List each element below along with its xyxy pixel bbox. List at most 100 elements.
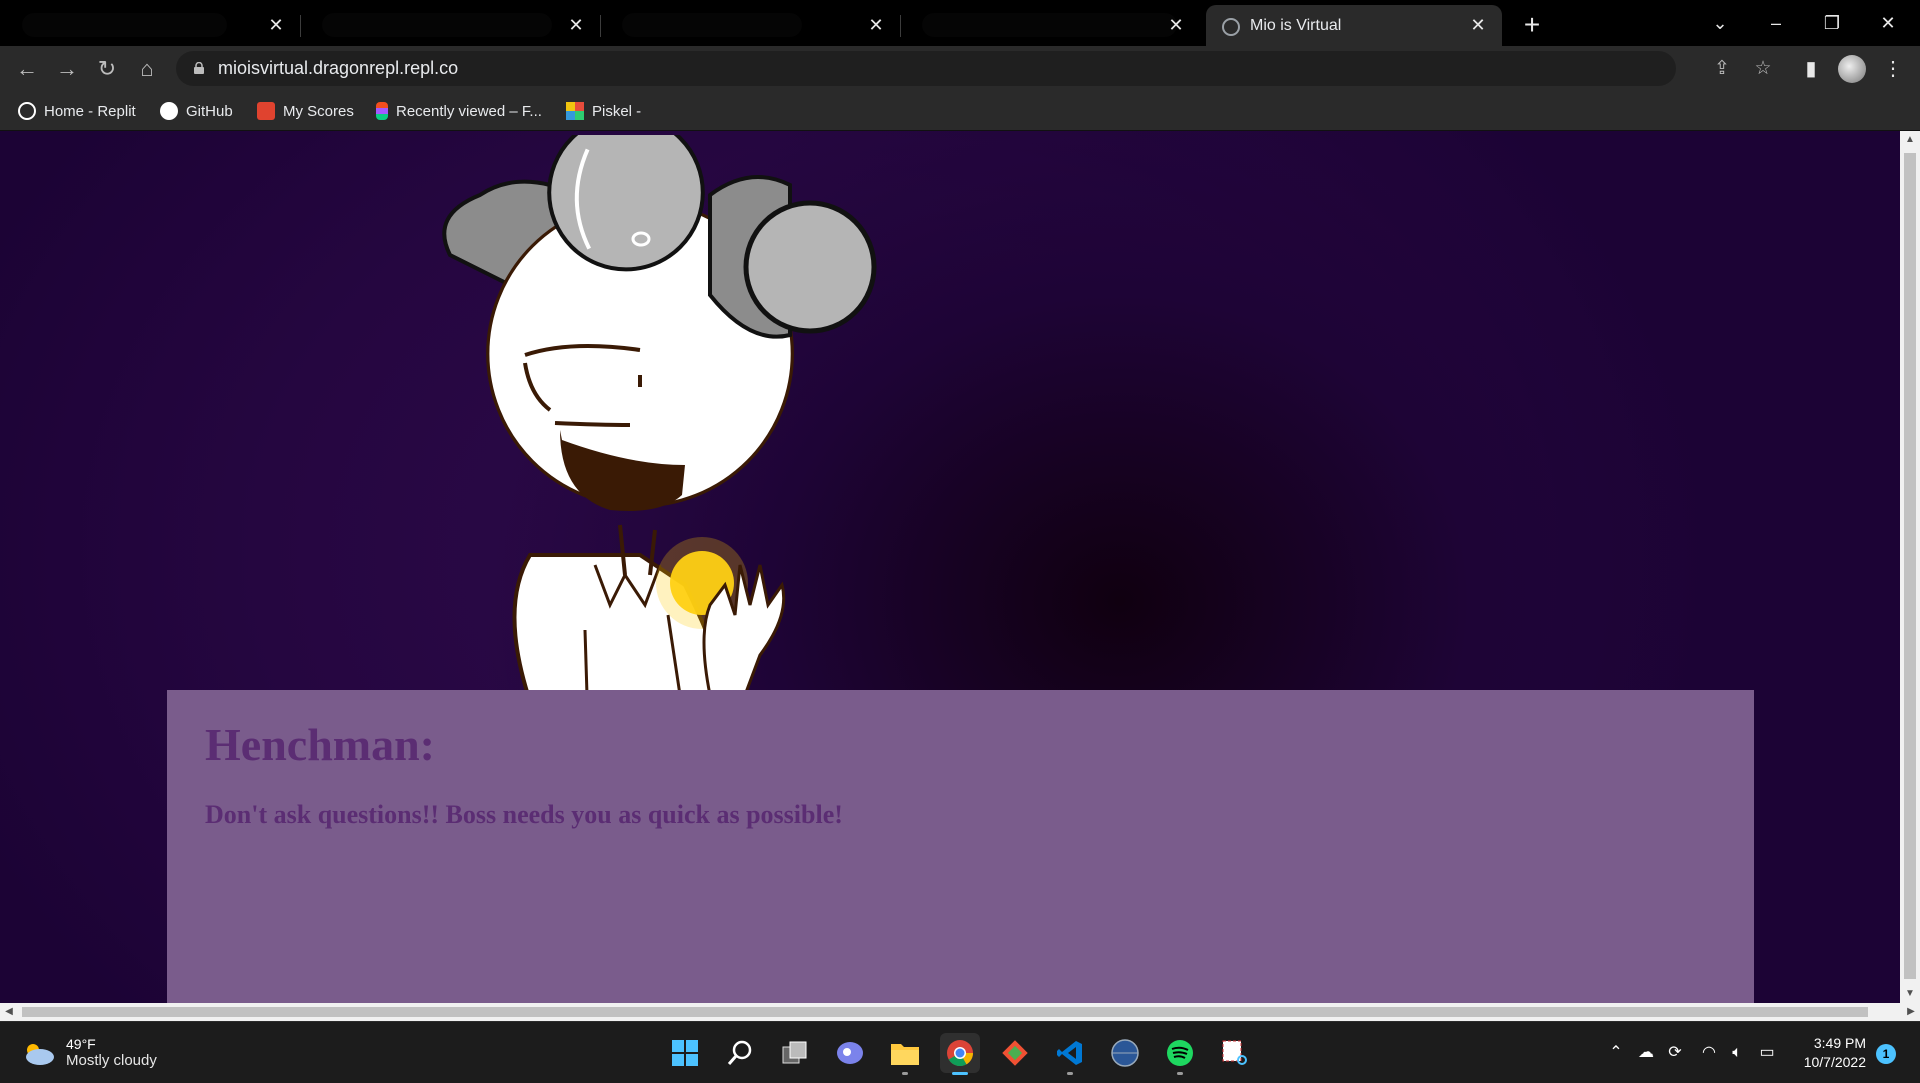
bookmark-home-replit[interactable]: Home - Replit xyxy=(18,99,136,123)
weather-description: Mostly cloudy xyxy=(66,1052,157,1069)
chat-button[interactable] xyxy=(830,1033,870,1073)
home-icon[interactable]: ⌂ xyxy=(132,54,162,84)
close-tab-icon[interactable]: ✕ xyxy=(1468,15,1488,35)
dialog-text: Don't ask questions!! Boss needs you as … xyxy=(205,800,843,829)
bookmark-figma[interactable]: Recently viewed – F... xyxy=(376,99,542,123)
scroll-up-arrow-icon[interactable]: ▲ xyxy=(1900,131,1920,149)
running-indicator xyxy=(1067,1072,1073,1075)
bookmark-star-icon[interactable]: ☆ xyxy=(1751,57,1775,81)
scroll-left-arrow-icon[interactable]: ◀ xyxy=(0,1003,18,1021)
file-explorer-button[interactable] xyxy=(885,1033,925,1075)
spotify-icon xyxy=(1167,1040,1193,1066)
weather-temperature: 49°F xyxy=(66,1036,96,1052)
back-icon[interactable]: ← xyxy=(12,54,42,84)
replit-icon xyxy=(18,102,36,120)
show-hidden-icons-chevron-icon[interactable]: ⌃ xyxy=(1605,1042,1627,1064)
running-indicator xyxy=(1177,1072,1183,1075)
url-text: mioisvirtual.dragonrepl.repl.co xyxy=(218,58,459,78)
tab-redacted-3[interactable]: ✕ xyxy=(604,5,901,46)
weather-widget[interactable]: 49°F Mostly cloudy xyxy=(22,1036,157,1069)
bookmark-github[interactable]: GitHub xyxy=(160,99,233,123)
piskel-icon xyxy=(566,102,584,120)
close-tab-icon[interactable]: ✕ xyxy=(866,15,886,35)
scroll-right-arrow-icon[interactable]: ▶ xyxy=(1902,1003,1920,1021)
sync-icon[interactable]: ⟳ xyxy=(1664,1042,1686,1064)
vertical-scrollbar[interactable]: ▲ ▼ xyxy=(1900,131,1920,1003)
wifi-icon[interactable]: ◠ xyxy=(1698,1042,1720,1064)
tab-redacted-4[interactable]: ✕ xyxy=(904,5,1200,46)
forward-icon[interactable]: → xyxy=(52,54,82,84)
share-icon[interactable]: ⇪ xyxy=(1710,57,1734,81)
git-icon xyxy=(1002,1040,1028,1066)
tab-separator xyxy=(300,15,301,37)
bookmark-label: GitHub xyxy=(186,102,233,120)
dialog-speaker-name: Henchman: xyxy=(205,719,435,770)
battery-icon[interactable]: ▭ xyxy=(1756,1042,1778,1064)
tab-mio-is-virtual[interactable]: Mio is Virtual ✕ xyxy=(1206,5,1502,46)
globe-app-button[interactable] xyxy=(1105,1033,1145,1073)
dialog-box[interactable]: Henchman: Don't ask questions!! Boss nee… xyxy=(167,690,1754,1003)
address-bar[interactable]: mioisvirtual.dragonrepl.repl.co ⇪ ☆ xyxy=(176,51,1772,86)
running-indicator xyxy=(952,1072,968,1075)
new-tab-button[interactable]: + xyxy=(1516,10,1548,42)
bookmark-piskel[interactable]: Piskel - xyxy=(566,99,641,123)
github-icon xyxy=(160,102,178,120)
figma-icon xyxy=(376,102,388,120)
scrollbar-thumb[interactable] xyxy=(1904,153,1916,979)
start-icon xyxy=(672,1040,698,1066)
redacted-tab-title xyxy=(22,13,227,37)
redacted-tab-title xyxy=(922,13,1177,37)
search-icon xyxy=(727,1040,752,1065)
scores-icon xyxy=(257,102,275,120)
chrome-icon xyxy=(947,1040,974,1067)
menu-kebab-icon[interactable]: ⋮ xyxy=(1878,54,1908,84)
restore-icon[interactable]: ❐ xyxy=(1804,6,1860,40)
minimize-icon[interactable]: – xyxy=(1748,6,1804,40)
start-button[interactable] xyxy=(665,1033,705,1073)
close-tab-icon[interactable]: ✕ xyxy=(266,15,286,35)
tab-title: Mio is Virtual xyxy=(1250,17,1342,34)
bookmark-label: Home - Replit xyxy=(44,102,136,120)
bookmark-label: My Scores xyxy=(283,102,354,120)
horizontal-scrollbar[interactable]: ◀ ▶ xyxy=(0,1003,1920,1021)
chat-icon xyxy=(837,1042,863,1064)
clock-time: 3:49 PM xyxy=(1813,1035,1866,1051)
tab-search-chevron-icon[interactable]: ⌄ xyxy=(1692,6,1748,40)
reload-icon[interactable]: ↻ xyxy=(92,54,122,84)
close-tab-icon[interactable]: ✕ xyxy=(566,15,586,35)
snipping-tool-button[interactable] xyxy=(1215,1033,1255,1073)
chrome-button[interactable] xyxy=(940,1033,980,1075)
screen: ✕ ✕ ✕ ✕ Mio is Virtual ✕ + ⌄ – ❐ ✕ ← → ↻… xyxy=(0,0,1920,1083)
bookmark-label: Recently viewed – F... xyxy=(396,102,542,120)
clock-date: 10/7/2022 xyxy=(1803,1054,1866,1070)
tab-separator xyxy=(900,15,901,37)
bookmarks-bar: Home - Replit GitHub My Scores Recently … xyxy=(0,91,1920,131)
task-view-button[interactable] xyxy=(775,1033,815,1073)
volume-icon[interactable]: 🔈︎ xyxy=(1726,1042,1748,1064)
scrollbar-thumb[interactable] xyxy=(22,1007,1868,1017)
search-button[interactable] xyxy=(720,1033,760,1073)
notification-badge[interactable]: 1 xyxy=(1876,1044,1896,1064)
game-viewport[interactable]: Henchman: Don't ask questions!! Boss nee… xyxy=(0,131,1900,1003)
windows-taskbar: 49°F Mostly cloudy ⌃ ☁ ⟳ ◠ 🔈︎ ▭ 3:49 PM … xyxy=(0,1021,1920,1083)
git-app-button[interactable] xyxy=(995,1033,1035,1073)
running-indicator xyxy=(902,1072,908,1075)
side-panel-icon[interactable]: ▮ xyxy=(1796,54,1826,84)
tab-separator xyxy=(600,15,601,37)
redacted-tab-title xyxy=(322,13,552,37)
system-clock[interactable]: 3:49 PM 10/7/2022 xyxy=(1796,1034,1866,1072)
scroll-down-arrow-icon[interactable]: ▼ xyxy=(1900,985,1920,1003)
close-window-icon[interactable]: ✕ xyxy=(1860,6,1916,40)
globe-icon xyxy=(1222,18,1240,36)
profile-avatar[interactable] xyxy=(1838,55,1866,83)
cloud-icon xyxy=(26,1043,54,1065)
spotify-button[interactable] xyxy=(1160,1033,1200,1075)
onedrive-cloud-icon[interactable]: ☁ xyxy=(1635,1042,1657,1064)
browser-toolbar: ← → ↻ ⌂ mioisvirtual.dragonrepl.repl.co … xyxy=(0,46,1920,91)
tab-redacted-2[interactable]: ✕ xyxy=(304,5,601,46)
bookmark-my-scores[interactable]: My Scores xyxy=(257,99,354,123)
close-tab-icon[interactable]: ✕ xyxy=(1166,15,1186,35)
vscode-button[interactable] xyxy=(1050,1033,1090,1075)
tab-redacted-1[interactable]: ✕ xyxy=(4,5,301,46)
task-view-icon xyxy=(782,1041,807,1064)
